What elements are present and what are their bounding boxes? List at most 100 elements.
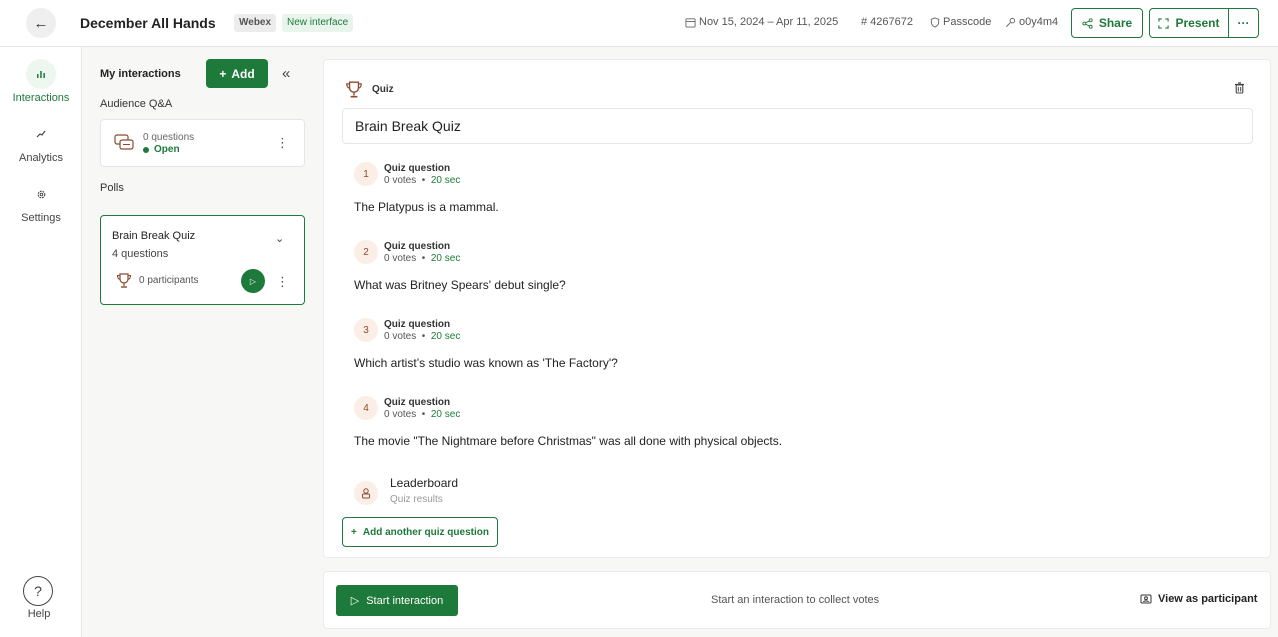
fullscreen-icon xyxy=(1158,17,1170,29)
leaderboard-title: Leaderboard xyxy=(390,476,459,490)
quiz-question-item[interactable]: 3 Quiz question 0 votes • 20 sec Which a… xyxy=(354,318,1234,378)
passcode-text: Passcode xyxy=(943,16,992,28)
add-label: Add xyxy=(231,66,255,81)
poll-card[interactable]: Brain Break Quiz 4 questions ⌄ 0 partici… xyxy=(100,215,305,305)
calendar-icon xyxy=(685,17,696,28)
poll-menu-icon[interactable]: ⋮ xyxy=(276,275,289,288)
present-label: Present xyxy=(1175,16,1220,30)
qa-status: Open xyxy=(143,144,180,155)
view-as-participant-button[interactable]: View as participant xyxy=(1140,593,1257,605)
question-type: Quiz question xyxy=(384,397,451,408)
new-interface-tag[interactable]: New interface xyxy=(282,14,354,32)
trophy-icon xyxy=(346,81,362,98)
chevron-down-icon[interactable]: ⌄ xyxy=(275,232,284,245)
rail-item-settings[interactable]: Settings xyxy=(0,179,82,224)
add-quiz-question-button[interactable]: + Add another quiz question xyxy=(342,517,498,547)
back-button[interactable]: ← xyxy=(26,8,56,38)
time-limit: 20 sec xyxy=(430,331,461,342)
passcode-label[interactable]: Passcode xyxy=(930,16,991,28)
plus-icon: + xyxy=(219,66,227,81)
passcode-value-text: o0y4m4 xyxy=(1019,16,1059,28)
poll-question-count: 4 questions xyxy=(112,248,169,260)
chat-bubbles-icon xyxy=(114,134,134,150)
event-id[interactable]: # 4267672 xyxy=(861,16,913,28)
poll-participants: 0 participants xyxy=(139,275,199,286)
qa-menu-icon[interactable]: ⋮ xyxy=(276,136,289,149)
qa-card[interactable]: 0 questions Open ⋮ xyxy=(100,119,305,167)
share-label: Share xyxy=(1098,16,1133,30)
question-number: 2 xyxy=(354,240,378,264)
section-audience-qa: Audience Q&A xyxy=(100,98,173,110)
arrow-left-icon: ← xyxy=(33,14,49,32)
leaderboard-item[interactable]: Leaderboard Quiz results xyxy=(354,475,654,507)
collapse-panel-icon[interactable]: « xyxy=(282,65,290,82)
play-icon: ▷ xyxy=(249,276,257,286)
play-poll-button[interactable]: ▷ xyxy=(241,269,265,293)
time-limit: 20 sec xyxy=(430,409,461,420)
rail-item-analytics[interactable]: Analytics xyxy=(0,119,82,164)
start-label: Start interaction xyxy=(366,594,444,607)
trash-icon[interactable] xyxy=(1234,82,1245,94)
vote-count: 0 votes xyxy=(384,331,417,342)
more-icon: ··· xyxy=(1237,16,1250,30)
time-limit: 20 sec xyxy=(430,175,461,186)
time-limit: 20 sec xyxy=(430,253,461,264)
question-meta: 0 votes • 20 sec xyxy=(384,175,461,186)
interactions-panel: My interactions + Add « Audience Q&A 0 q… xyxy=(83,47,321,637)
shield-icon xyxy=(930,16,940,28)
passcode-value[interactable]: o0y4m4 xyxy=(1005,16,1058,28)
dates-text: Nov 15, 2024 – Apr 11, 2025 xyxy=(699,16,839,28)
quiz-title-input[interactable]: Brain Break Quiz xyxy=(342,108,1253,144)
bottom-action-bar: ▷ Start interaction Start an interaction… xyxy=(323,571,1271,629)
question-type: Quiz question xyxy=(384,163,451,174)
quiz-question-item[interactable]: 4 Quiz question 0 votes • 20 sec The mov… xyxy=(354,396,1234,456)
start-hint: Start an interaction to collect votes xyxy=(711,594,880,606)
present-button[interactable]: Present xyxy=(1149,8,1229,38)
rail-label-settings: Settings xyxy=(21,212,61,224)
vote-count: 0 votes xyxy=(384,409,417,420)
panel-title: My interactions xyxy=(100,68,181,80)
left-rail: Interactions Analytics Settings ? Help xyxy=(0,47,82,637)
participant-view-icon xyxy=(1140,594,1152,604)
view-participant-label: View as participant xyxy=(1158,593,1258,605)
quiz-question-item[interactable]: 1 Quiz question 0 votes • 20 sec The Pla… xyxy=(354,162,1234,222)
question-type: Quiz question xyxy=(384,319,451,330)
help-label: Help xyxy=(27,608,51,620)
play-icon: ▷ xyxy=(350,595,360,607)
quiz-question-item[interactable]: 2 Quiz question 0 votes • 20 sec What wa… xyxy=(354,240,1234,300)
rail-label-interactions: Interactions xyxy=(12,92,70,104)
status-dot-icon xyxy=(143,146,149,153)
rail-item-interactions[interactable]: Interactions xyxy=(0,59,82,104)
event-title: December All Hands xyxy=(80,15,216,31)
trend-icon xyxy=(26,119,56,149)
more-options-button[interactable]: ··· xyxy=(1228,8,1259,38)
trophy-icon xyxy=(116,273,132,288)
question-text: Which artist’s studio was known as 'The … xyxy=(354,356,618,370)
webex-tag: Webex xyxy=(234,14,277,32)
question-text: The movie "The Nightmare before Christma… xyxy=(354,434,783,448)
key-icon xyxy=(1006,17,1016,27)
question-text: What was Britney Spears' debut single? xyxy=(354,278,566,292)
start-interaction-button[interactable]: ▷ Start interaction xyxy=(336,585,458,616)
interaction-type-label: Quiz xyxy=(372,84,394,95)
section-polls: Polls xyxy=(100,182,124,194)
add-question-label: Add another quiz question xyxy=(362,526,489,538)
poll-name: Brain Break Quiz xyxy=(112,230,196,242)
leaderboard-subtitle: Quiz results xyxy=(390,494,443,505)
share-button[interactable]: Share xyxy=(1071,8,1143,38)
top-bar: ← December All Hands Webex New interface… xyxy=(0,0,1278,47)
question-number: 4 xyxy=(354,396,378,420)
question-number: 3 xyxy=(354,318,378,342)
qa-question-count: 0 questions xyxy=(143,132,195,143)
question-icon: ? xyxy=(23,576,53,606)
add-interaction-button[interactable]: + Add xyxy=(206,59,268,88)
plus-icon: + xyxy=(351,526,357,538)
question-meta: 0 votes • 20 sec xyxy=(384,253,461,264)
help-button[interactable]: ? Help xyxy=(23,576,55,620)
vote-count: 0 votes xyxy=(384,175,417,186)
question-meta: 0 votes • 20 sec xyxy=(384,331,461,342)
question-text: The Platypus is a mammal. xyxy=(354,200,499,214)
question-meta: 0 votes • 20 sec xyxy=(384,409,461,420)
gear-icon xyxy=(26,179,56,209)
share-icon xyxy=(1082,17,1093,29)
